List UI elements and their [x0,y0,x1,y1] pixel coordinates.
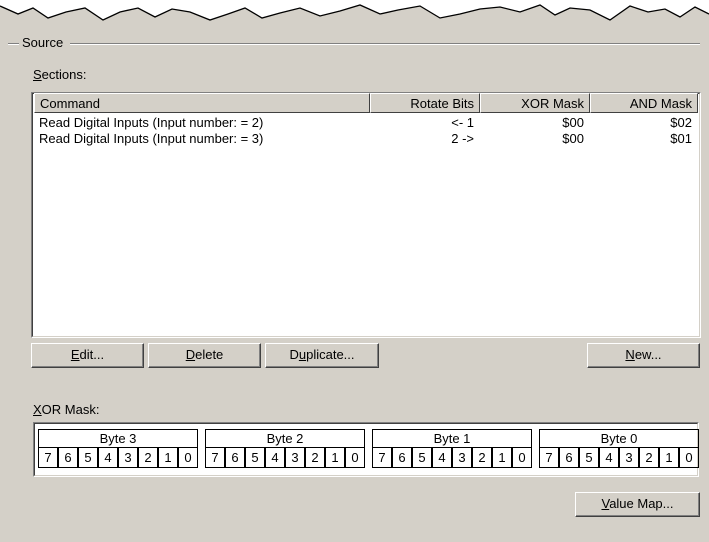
new-button[interactable]: New... [587,343,700,368]
bit-toggle[interactable]: 4 [432,447,452,468]
bit-toggle[interactable]: 7 [372,447,392,468]
row-xor-mask: $00 [562,131,584,146]
bit-toggle[interactable]: 2 [305,447,325,468]
bit-toggle[interactable]: 5 [412,447,432,468]
bit-toggle[interactable]: 7 [205,447,225,468]
bit-toggle[interactable]: 3 [619,447,639,468]
bit-toggle[interactable]: 0 [679,447,699,468]
source-group-line [70,43,700,45]
bit-toggle[interactable]: 6 [559,447,579,468]
bit-toggle[interactable]: 4 [599,447,619,468]
sections-label: Sections: [33,67,87,82]
column-header-rotate-bits[interactable]: Rotate Bits [370,93,480,113]
bit-toggle[interactable]: 5 [579,447,599,468]
bit-toggle[interactable]: 6 [392,447,412,468]
byte-0-title: Byte 0 [539,429,699,448]
bit-toggle[interactable]: 6 [58,447,78,468]
row-xor-mask: $00 [562,115,584,130]
row-rotate-bits: <- 1 [451,115,474,130]
value-map-button[interactable]: Value Map... [575,492,700,517]
delete-button[interactable]: Delete [148,343,261,368]
row-and-mask: $01 [670,131,692,146]
source-group-label: Source [19,35,67,50]
bit-toggle[interactable]: 2 [472,447,492,468]
bit-toggle[interactable]: 5 [78,447,98,468]
bit-toggle[interactable]: 1 [325,447,345,468]
bit-toggle[interactable]: 2 [138,447,158,468]
column-header-command[interactable]: Command [34,93,370,113]
bit-toggle[interactable]: 0 [178,447,198,468]
torn-edge [0,0,709,21]
bit-toggle[interactable]: 2 [639,447,659,468]
row-command: Read Digital Inputs (Input number: = 2) [39,115,264,130]
byte-0-group: Byte 0 7 6 5 4 3 2 1 0 [539,429,699,468]
bit-toggle[interactable]: 4 [98,447,118,468]
bit-toggle[interactable]: 1 [158,447,178,468]
bit-toggle[interactable]: 1 [492,447,512,468]
row-and-mask: $02 [670,115,692,130]
xor-mask-label: XOR Mask: [33,402,100,417]
xor-mask-editor: Byte 3 7 6 5 4 3 2 1 0 Byte 2 7 6 5 4 3 … [33,422,699,477]
bit-toggle[interactable]: 7 [539,447,559,468]
byte-2-title: Byte 2 [205,429,365,448]
edit-button[interactable]: Edit... [31,343,144,368]
bit-toggle[interactable]: 3 [285,447,305,468]
sections-list[interactable]: Command Rotate Bits XOR Mask AND Mask Re… [31,92,701,338]
bit-toggle[interactable]: 5 [245,447,265,468]
row-rotate-bits: 2 -> [451,131,474,146]
byte-1-group: Byte 1 7 6 5 4 3 2 1 0 [372,429,532,468]
byte-3-group: Byte 3 7 6 5 4 3 2 1 0 [38,429,198,468]
bit-toggle[interactable]: 7 [38,447,58,468]
bit-toggle[interactable]: 6 [225,447,245,468]
byte-1-title: Byte 1 [372,429,532,448]
bit-toggle[interactable]: 3 [118,447,138,468]
bit-toggle[interactable]: 0 [345,447,365,468]
column-header-and-mask[interactable]: AND Mask [590,93,698,113]
row-command: Read Digital Inputs (Input number: = 3) [39,131,264,146]
byte-3-title: Byte 3 [38,429,198,448]
byte-2-group: Byte 2 7 6 5 4 3 2 1 0 [205,429,365,468]
bit-toggle[interactable]: 4 [265,447,285,468]
bit-toggle[interactable]: 0 [512,447,532,468]
bit-toggle[interactable]: 1 [659,447,679,468]
column-header-xor-mask[interactable]: XOR Mask [480,93,590,113]
duplicate-button[interactable]: Duplicate... [265,343,379,368]
bit-toggle[interactable]: 3 [452,447,472,468]
